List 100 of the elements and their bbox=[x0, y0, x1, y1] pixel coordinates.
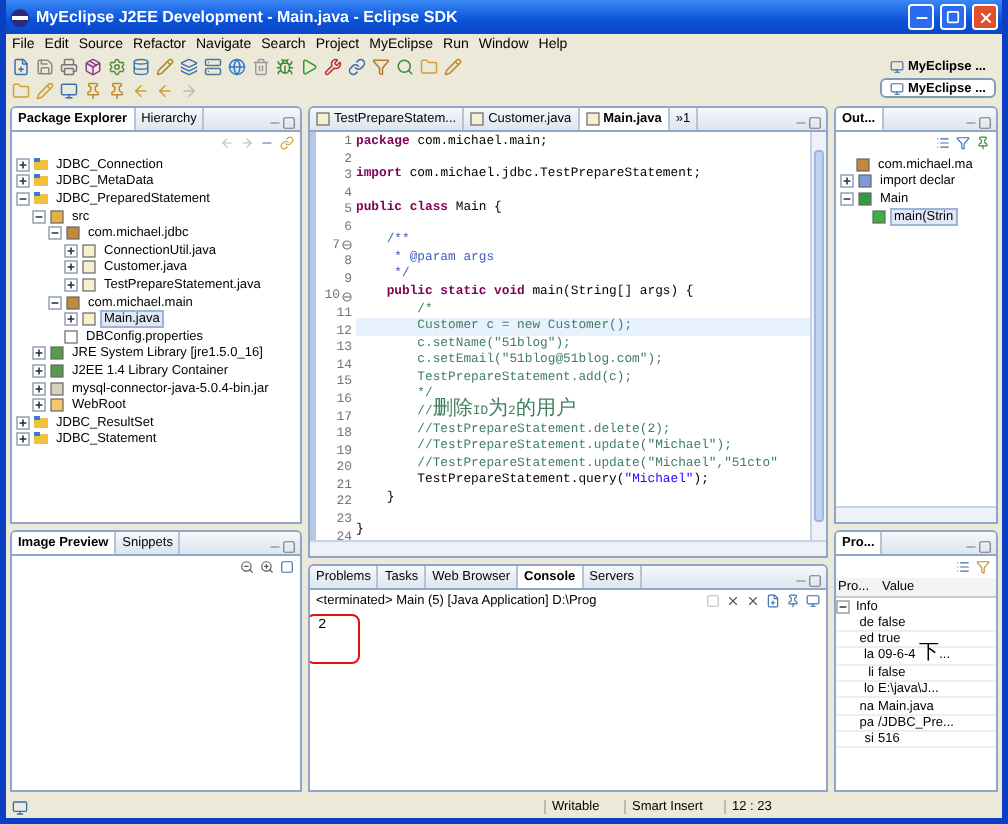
link-icon[interactable] bbox=[280, 136, 294, 150]
collapse-toggle[interactable] bbox=[48, 226, 62, 241]
zoom-in-icon[interactable] bbox=[260, 559, 274, 574]
remove-all-icon[interactable] bbox=[746, 594, 760, 608]
pencil-icon[interactable] bbox=[156, 57, 174, 75]
maximize-button[interactable] bbox=[940, 4, 966, 30]
method-icon bbox=[872, 209, 886, 224]
folder-icon[interactable] bbox=[420, 57, 438, 75]
highlight-annotation bbox=[310, 614, 360, 664]
collapse-toggle[interactable] bbox=[840, 191, 854, 206]
categories-icon[interactable] bbox=[956, 559, 970, 574]
expand-toggle[interactable] bbox=[64, 243, 78, 258]
expand-toggle[interactable] bbox=[16, 174, 30, 189]
debug-icon[interactable] bbox=[276, 57, 294, 75]
package-icon bbox=[66, 295, 80, 310]
expand-toggle[interactable] bbox=[840, 174, 854, 189]
collapse-toggle[interactable] bbox=[48, 295, 62, 310]
gear-icon[interactable] bbox=[108, 57, 126, 75]
maximize-icon[interactable] bbox=[808, 116, 822, 130]
print-icon[interactable] bbox=[60, 57, 78, 75]
sort-icon[interactable] bbox=[936, 136, 950, 150]
maximize-icon[interactable] bbox=[282, 539, 296, 554]
class-icon bbox=[858, 191, 872, 206]
pin-icon[interactable] bbox=[84, 81, 102, 99]
server-icon[interactable] bbox=[204, 57, 222, 75]
pin-icon[interactable] bbox=[108, 81, 126, 99]
expand-toggle[interactable] bbox=[16, 415, 30, 430]
collapse-toggle[interactable] bbox=[16, 191, 30, 206]
package-icon bbox=[66, 226, 80, 241]
expand-toggle[interactable] bbox=[64, 312, 78, 327]
display-icon[interactable] bbox=[806, 594, 820, 608]
package-icon bbox=[856, 157, 870, 172]
save-icon[interactable] bbox=[36, 57, 54, 75]
eclipse-logo-icon bbox=[10, 7, 30, 27]
maximize-icon[interactable] bbox=[808, 574, 822, 588]
database-icon[interactable] bbox=[132, 57, 150, 75]
monitor-icon bbox=[889, 81, 904, 95]
run-icon[interactable] bbox=[300, 57, 318, 75]
forward-icon[interactable] bbox=[240, 136, 254, 150]
layers-icon[interactable] bbox=[180, 57, 198, 75]
jar-icon bbox=[50, 381, 64, 396]
link-icon[interactable] bbox=[348, 57, 366, 75]
back-icon[interactable] bbox=[220, 136, 234, 150]
horizontal-scrollbar[interactable] bbox=[836, 505, 996, 522]
maximize-icon[interactable] bbox=[978, 539, 992, 554]
minimize-icon[interactable] bbox=[964, 116, 978, 130]
clear-icon[interactable] bbox=[766, 594, 780, 608]
expand-toggle[interactable] bbox=[32, 363, 46, 378]
monitor-icon bbox=[889, 59, 904, 73]
expand-toggle[interactable] bbox=[32, 381, 46, 396]
maximize-icon[interactable] bbox=[978, 116, 992, 130]
source-folder-icon bbox=[50, 209, 64, 224]
pin-icon[interactable] bbox=[786, 594, 800, 608]
expand-toggle[interactable] bbox=[64, 277, 78, 292]
expand-toggle[interactable] bbox=[64, 260, 78, 275]
pencil-icon[interactable] bbox=[444, 57, 462, 75]
close-icon bbox=[977, 9, 993, 25]
horizontal-scrollbar[interactable] bbox=[310, 540, 826, 556]
maximize-icon[interactable] bbox=[282, 116, 296, 130]
fold-icon[interactable] bbox=[342, 292, 352, 303]
expand-toggle[interactable] bbox=[32, 346, 46, 361]
filter-icon[interactable] bbox=[956, 136, 970, 150]
folder-icon[interactable] bbox=[12, 81, 30, 99]
expand-toggle[interactable] bbox=[16, 432, 30, 447]
monitor-icon[interactable] bbox=[60, 81, 78, 99]
imports-icon bbox=[858, 174, 872, 189]
file-icon bbox=[64, 329, 78, 344]
pencil-icon[interactable] bbox=[36, 81, 54, 99]
collapse-toggle[interactable] bbox=[32, 209, 46, 224]
java-file-icon bbox=[470, 112, 485, 126]
fold-icon[interactable] bbox=[342, 240, 352, 251]
box-icon[interactable] bbox=[84, 57, 102, 75]
remove-icon[interactable] bbox=[726, 594, 740, 608]
collapse-toggle[interactable] bbox=[836, 599, 850, 614]
close-button[interactable] bbox=[972, 4, 998, 30]
minimize-icon[interactable] bbox=[794, 116, 808, 130]
expand-toggle[interactable] bbox=[32, 398, 46, 413]
pin-icon[interactable] bbox=[976, 136, 990, 150]
new-file-icon[interactable] bbox=[12, 57, 30, 75]
expand-toggle[interactable] bbox=[16, 157, 30, 172]
fast-view-icon[interactable] bbox=[12, 799, 28, 815]
back-icon[interactable] bbox=[156, 81, 174, 99]
minimize-icon[interactable] bbox=[268, 116, 282, 130]
filter-icon[interactable] bbox=[372, 57, 390, 75]
java-file-icon bbox=[316, 112, 330, 126]
minimize-icon[interactable] bbox=[794, 574, 808, 588]
wrench-icon[interactable] bbox=[324, 57, 342, 75]
vertical-scrollbar[interactable] bbox=[810, 132, 826, 540]
folder-icon bbox=[50, 398, 64, 413]
trash-icon[interactable] bbox=[252, 57, 270, 75]
filter-icon[interactable] bbox=[976, 559, 990, 574]
search-icon[interactable] bbox=[396, 57, 414, 75]
collapse-all-icon[interactable] bbox=[260, 136, 274, 150]
back-icon[interactable] bbox=[132, 81, 150, 99]
globe-icon[interactable] bbox=[228, 57, 246, 75]
minimize-button[interactable] bbox=[908, 4, 934, 30]
window-title: MyEclipse J2EE Development - Main.java - Eclipse SDK bbox=[36, 8, 460, 26]
fit-icon[interactable] bbox=[280, 559, 294, 574]
zoom-out-icon[interactable] bbox=[240, 559, 254, 574]
java-file-icon bbox=[585, 112, 600, 126]
